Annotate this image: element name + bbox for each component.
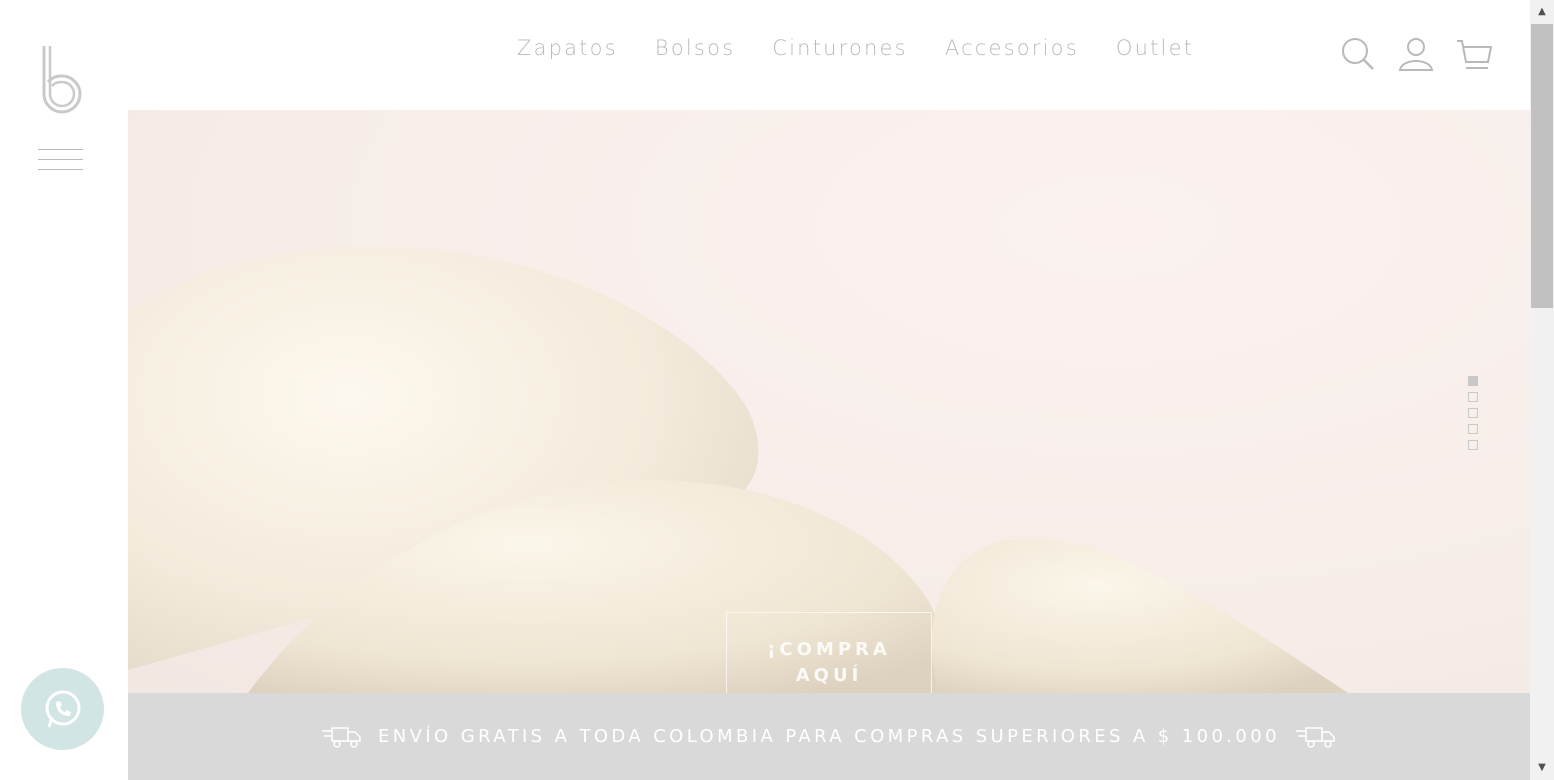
nav-item-cinturones[interactable]: Cinturones	[772, 36, 908, 60]
slide-dot-4[interactable]	[1468, 424, 1478, 434]
shop-now-button[interactable]: ¡COMPRA AQUÍ	[726, 612, 932, 693]
slider-pagination	[1468, 376, 1478, 450]
scroll-up-arrow[interactable]: ▲	[1530, 2, 1554, 22]
slide-dot-2[interactable]	[1468, 392, 1478, 402]
nav-item-outlet[interactable]: Outlet	[1116, 36, 1194, 60]
left-rail	[0, 0, 128, 780]
shipping-text: ENVÍO GRATIS A TODA COLOMBIA PARA COMPRA…	[377, 726, 1280, 747]
search-icon[interactable]	[1340, 36, 1376, 72]
hero-image	[128, 247, 1348, 693]
scroll-down-arrow[interactable]: ▼	[1530, 758, 1554, 778]
truck-icon	[321, 726, 361, 748]
brand-logo[interactable]	[38, 44, 86, 114]
whatsapp-icon	[45, 690, 80, 728]
scrollbar-thumb[interactable]	[1531, 24, 1553, 308]
top-header: Zapatos Bolsos Cinturones Accesorios Out…	[128, 0, 1530, 110]
page-scrollbar[interactable]: ▲ ▼	[1530, 0, 1554, 780]
nav-item-accesorios[interactable]: Accesorios	[945, 36, 1079, 60]
menu-hamburger-button[interactable]	[38, 149, 83, 171]
nav-item-bolsos[interactable]: Bolsos	[655, 36, 735, 60]
cta-line-1: ¡COMPRA	[767, 639, 891, 660]
nav-item-zapatos[interactable]: Zapatos	[517, 36, 618, 60]
whatsapp-button[interactable]	[21, 668, 104, 750]
main-nav: Zapatos Bolsos Cinturones Accesorios Out…	[517, 36, 1231, 60]
cta-line-2: AQUÍ	[795, 665, 863, 686]
header-icons	[1340, 36, 1492, 72]
slide-dot-5[interactable]	[1468, 440, 1478, 450]
user-icon[interactable]	[1398, 36, 1434, 72]
slide-dot-3[interactable]	[1468, 408, 1478, 418]
free-shipping-bar: ENVÍO GRATIS A TODA COLOMBIA PARA COMPRA…	[128, 693, 1530, 780]
truck-icon	[1296, 726, 1335, 748]
slide-dot-1[interactable]	[1468, 376, 1478, 386]
hero-banner: ¡COMPRA AQUÍ	[128, 110, 1530, 693]
cart-icon[interactable]	[1456, 36, 1492, 72]
